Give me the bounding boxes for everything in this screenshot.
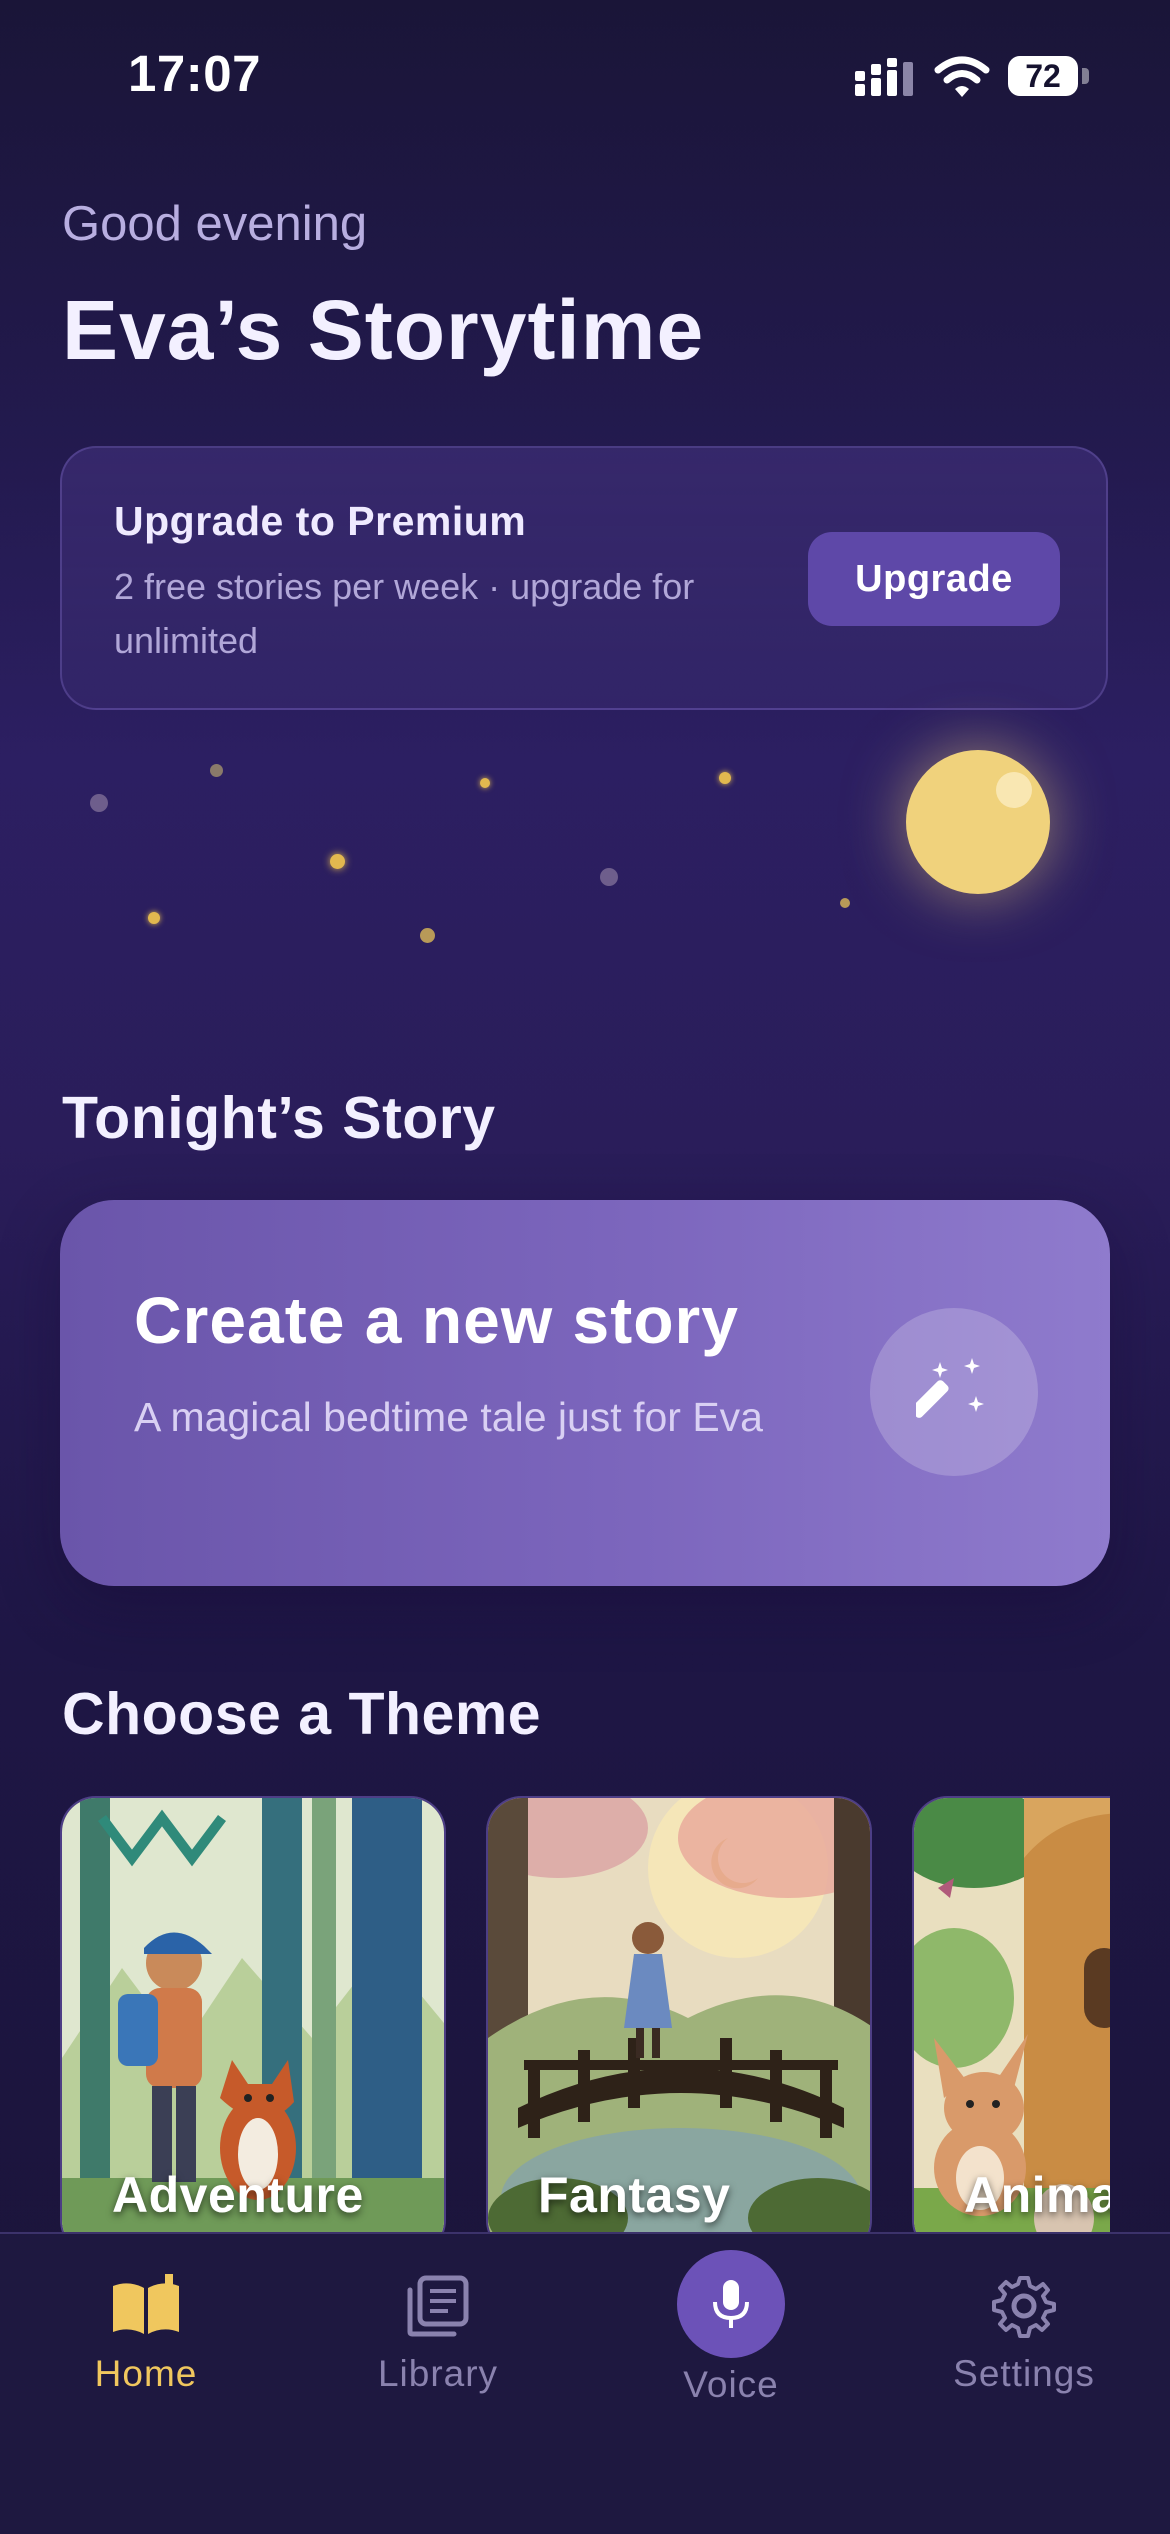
voice-button[interactable]	[677, 2250, 785, 2358]
tab-library[interactable]: Library	[328, 2274, 548, 2395]
status-time: 17:07	[128, 45, 261, 102]
theme-label: Fantasy	[538, 2167, 731, 2223]
star	[600, 868, 618, 886]
theme-label: Adventure	[112, 2167, 364, 2223]
battery-cap	[1082, 68, 1089, 84]
star	[719, 772, 731, 784]
theme-carousel[interactable]: Adventure Fantasy Anim	[60, 1796, 1110, 2232]
star	[90, 794, 108, 812]
tab-label: Library	[377, 2353, 499, 2394]
theme-card-animals[interactable]: Animals	[912, 1796, 1110, 2232]
create-story-card[interactable]: Create a new story A magical bedtime tal…	[60, 1200, 1110, 1586]
theme-card-adventure[interactable]: Adventure	[60, 1796, 446, 2232]
status-bar: 17:07 72	[0, 0, 1170, 150]
gear-icon	[992, 2276, 1056, 2338]
tonight-section-title: Tonight’s Story	[62, 1085, 496, 1151]
theme-label: Animals	[964, 2167, 1110, 2223]
moon-illustration	[906, 750, 1050, 894]
microphone-icon	[713, 2280, 749, 2328]
stacked-pages-icon	[407, 2275, 469, 2337]
tab-label: Voice	[683, 2364, 779, 2405]
premium-banner: Upgrade to Premium 2 free stories per we…	[60, 446, 1108, 710]
create-story-title: Create a new story	[134, 1283, 739, 1357]
create-story-subtitle: A magical bedtime tale just for Eva	[134, 1394, 763, 1440]
greeting-text: Good evening	[62, 197, 368, 251]
magic-wand-icon	[916, 1358, 984, 1418]
bottom-tab-bar: Home Library Voice Settings	[0, 2232, 1170, 2534]
star	[840, 898, 850, 908]
star	[330, 854, 345, 869]
premium-description: 2 free stories per week · upgrade for un…	[114, 566, 695, 661]
star	[148, 912, 160, 924]
open-book-icon	[113, 2274, 179, 2334]
upgrade-button[interactable]: Upgrade	[808, 532, 1060, 626]
theme-section-title: Choose a Theme	[62, 1681, 542, 1747]
create-story-button[interactable]	[870, 1308, 1038, 1476]
battery-indicator: 72	[1008, 56, 1078, 96]
tab-settings[interactable]: Settings	[914, 2274, 1134, 2395]
star	[210, 764, 223, 777]
star	[420, 928, 435, 943]
page-title: Eva’s Storytime	[62, 283, 705, 377]
tab-label: Settings	[953, 2353, 1095, 2394]
star	[480, 778, 490, 788]
wifi-icon	[934, 56, 990, 97]
cellular-signal-icon	[855, 58, 913, 96]
tab-home[interactable]: Home	[36, 2274, 256, 2395]
theme-card-fantasy[interactable]: Fantasy	[486, 1796, 872, 2232]
premium-title: Upgrade to Premium	[114, 498, 527, 544]
tab-label: Home	[94, 2353, 198, 2394]
tab-voice[interactable]: Voice	[621, 2250, 841, 2406]
